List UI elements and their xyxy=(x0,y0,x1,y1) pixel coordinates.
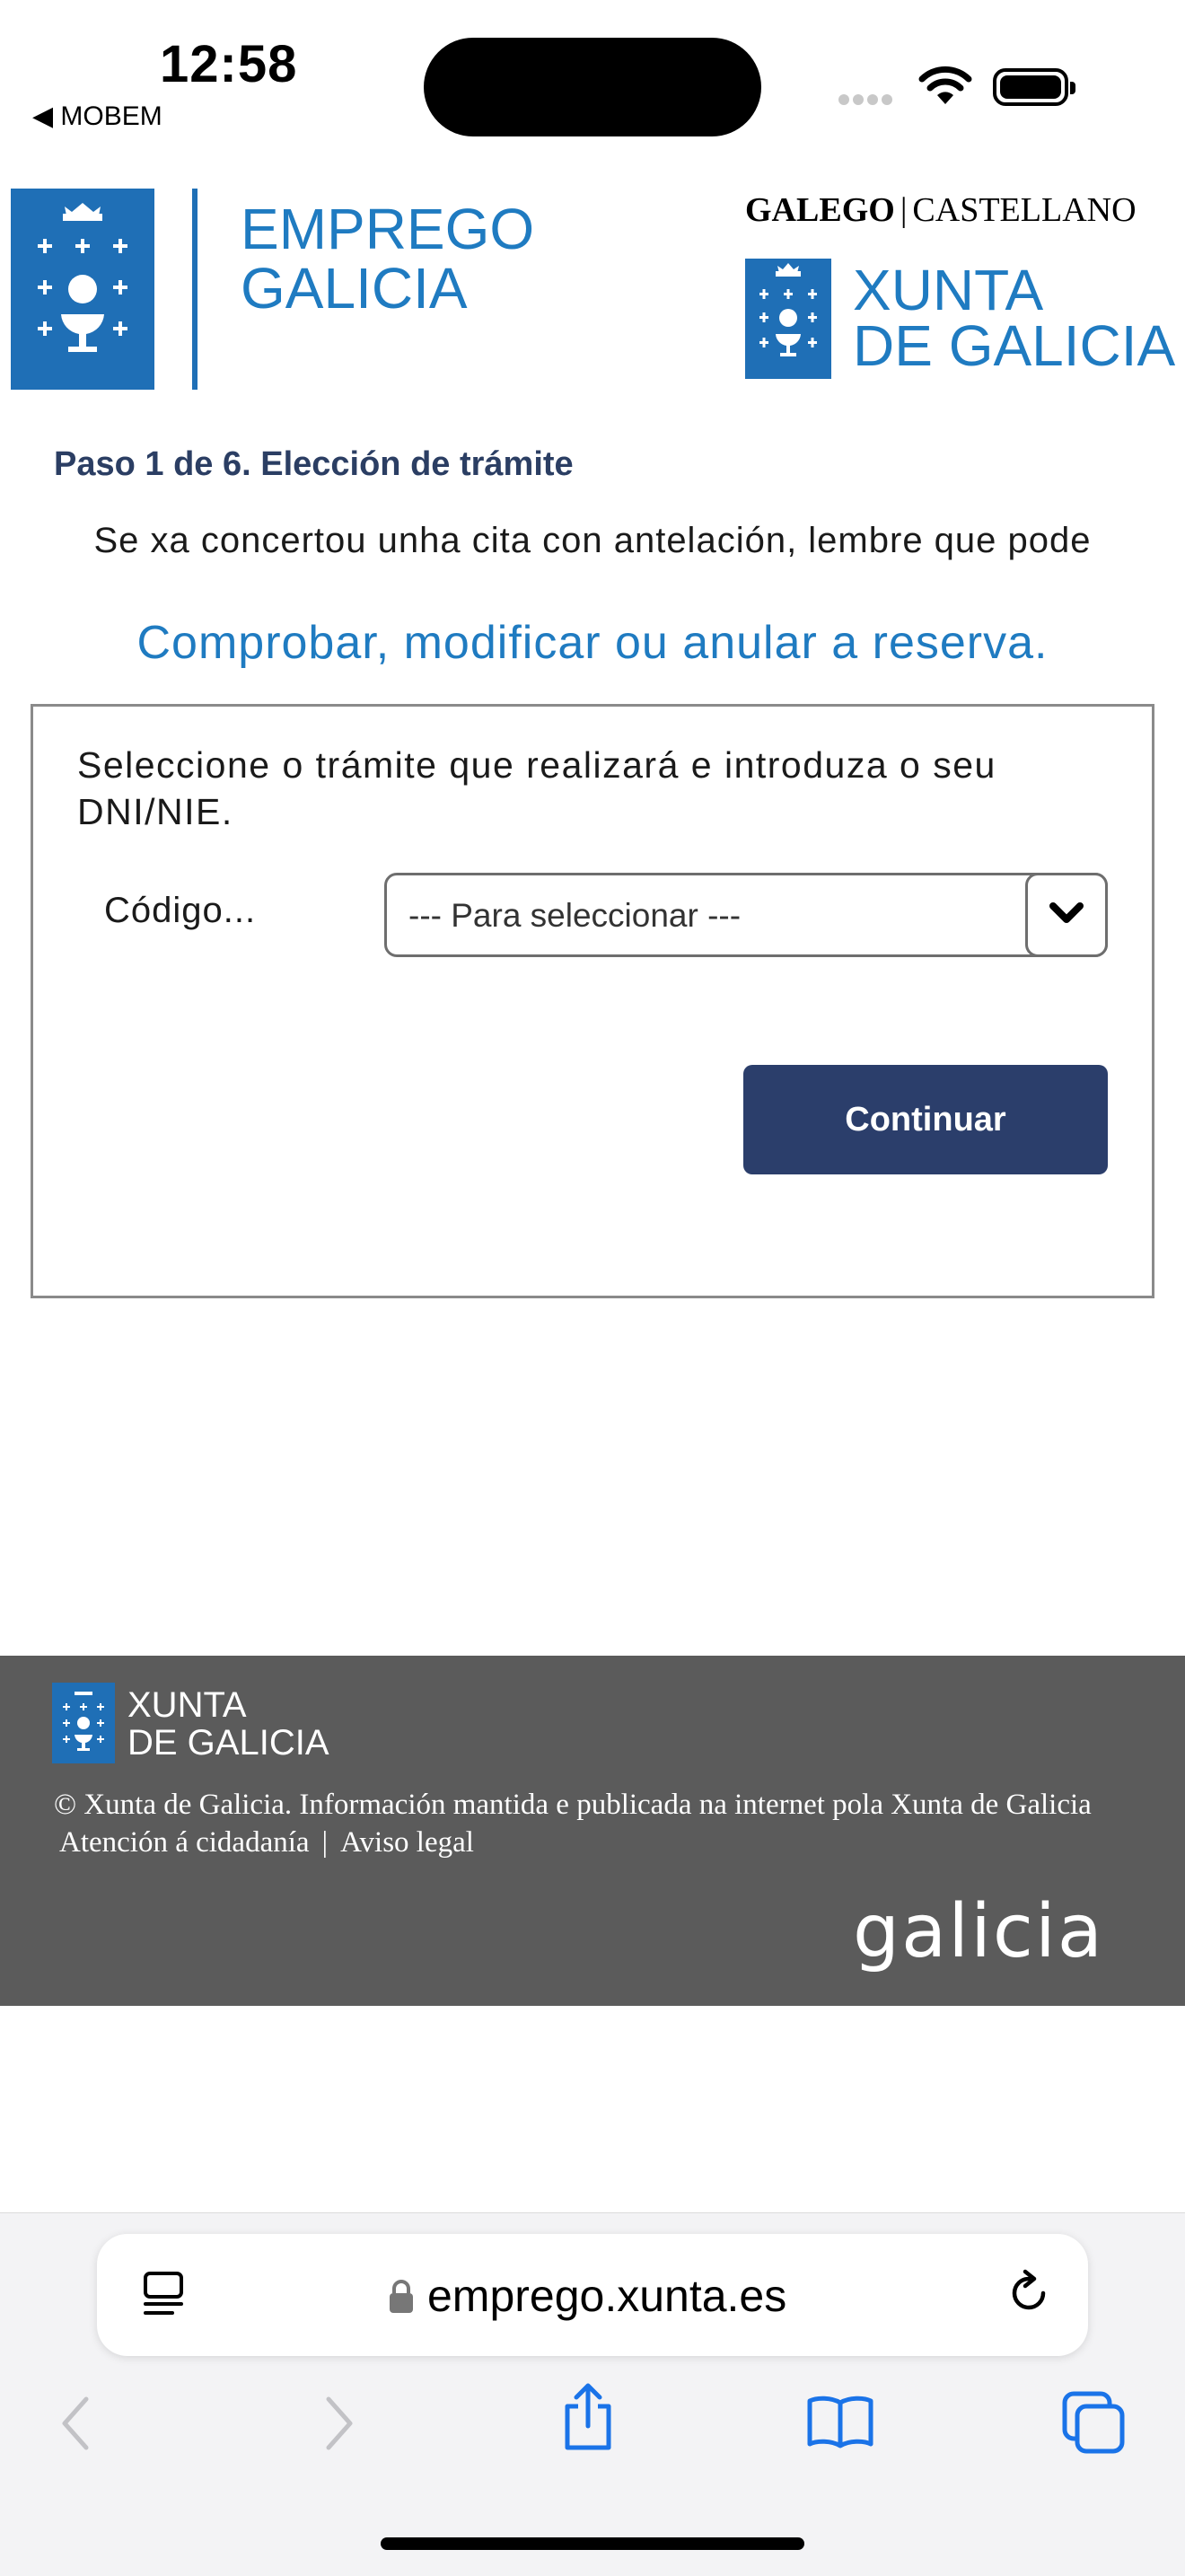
intro-text: Se xa concertou unha cita con antelación… xyxy=(93,521,1092,560)
procedure-select[interactable]: --- Para seleccionar --- xyxy=(384,873,1108,957)
code-label: Código... xyxy=(104,891,257,930)
forward-arrow-icon[interactable] xyxy=(314,2392,359,2459)
footer-xunta-emblem xyxy=(52,1683,115,1763)
url-text[interactable]: emprego.xunta.es xyxy=(427,2270,786,2322)
emprego-galicia-emblem xyxy=(11,189,154,390)
select-dropdown-button[interactable] xyxy=(1025,873,1108,957)
language-switcher: GALEGO | CASTELLANO xyxy=(745,190,1137,230)
battery-icon xyxy=(993,68,1075,106)
manage-booking-line: Comprobar, modificar ou anular a reserva… xyxy=(36,616,1149,670)
back-arrow-icon[interactable] xyxy=(56,2392,101,2459)
emprego-text-line2: GALICIA xyxy=(241,256,468,321)
back-to-app-link[interactable]: ◀ MOBEM xyxy=(32,101,162,132)
step-title: Paso 1 de 6. Elección de trámite xyxy=(54,445,574,483)
lang-separator: | xyxy=(900,191,908,229)
xunta-text-line2: DE GALICIA xyxy=(853,313,1176,378)
emprego-text-line1: EMPREGO xyxy=(241,197,535,261)
footer-links: Atención á cidadanía | Aviso legal xyxy=(59,1826,474,1859)
footer-link-separator: | xyxy=(321,1826,329,1859)
panel-instruction: Seleccione o trámite que realizará e int… xyxy=(77,744,996,832)
emprego-galicia-logo-text[interactable]: EMPREGO GALICIA xyxy=(241,199,534,318)
citizen-attention-link[interactable]: Atención á cidadanía xyxy=(59,1826,310,1859)
home-indicator[interactable] xyxy=(381,2537,804,2550)
lang-galego-link[interactable]: GALEGO xyxy=(745,191,895,229)
reload-icon[interactable] xyxy=(1002,2266,1056,2325)
select-value: --- Para seleccionar --- xyxy=(408,897,742,934)
status-time: 12:58 xyxy=(160,35,298,93)
chevron-down-icon xyxy=(1049,901,1084,930)
manage-booking-period: . xyxy=(1034,617,1049,669)
galicia-brand-logo[interactable]: galicia xyxy=(853,1889,1104,1974)
reader-icon[interactable] xyxy=(142,2270,187,2325)
dynamic-island xyxy=(424,38,761,136)
share-icon[interactable] xyxy=(557,2381,619,2457)
footer-copyright: © Xunta de Galicia. Información mantida … xyxy=(54,1789,1092,1821)
footer-xunta-logo-text[interactable]: XUNTA DE GALICIA xyxy=(127,1686,329,1762)
continue-button[interactable]: Continuar xyxy=(743,1065,1108,1174)
cellular-signal-icon xyxy=(838,93,896,110)
tabs-icon[interactable] xyxy=(1059,2388,1128,2461)
legal-notice-link[interactable]: Aviso legal xyxy=(340,1826,474,1859)
lang-castellano-link[interactable]: CASTELLANO xyxy=(912,191,1136,229)
wifi-icon xyxy=(917,65,973,110)
footer-xunta-line2: DE GALICIA xyxy=(127,1723,329,1763)
xunta-logo-text[interactable]: XUNTA DE GALICIA xyxy=(853,258,1176,378)
footer-xunta-line1: XUNTA xyxy=(127,1685,247,1725)
bookmarks-icon[interactable] xyxy=(804,2394,876,2454)
manage-booking-link[interactable]: Comprobar, modificar ou anular a reserva xyxy=(136,617,1034,669)
lock-icon xyxy=(388,2279,415,2319)
logo-divider xyxy=(192,189,198,390)
xunta-text-line1: XUNTA xyxy=(853,258,1044,322)
xunta-emblem xyxy=(745,259,831,379)
